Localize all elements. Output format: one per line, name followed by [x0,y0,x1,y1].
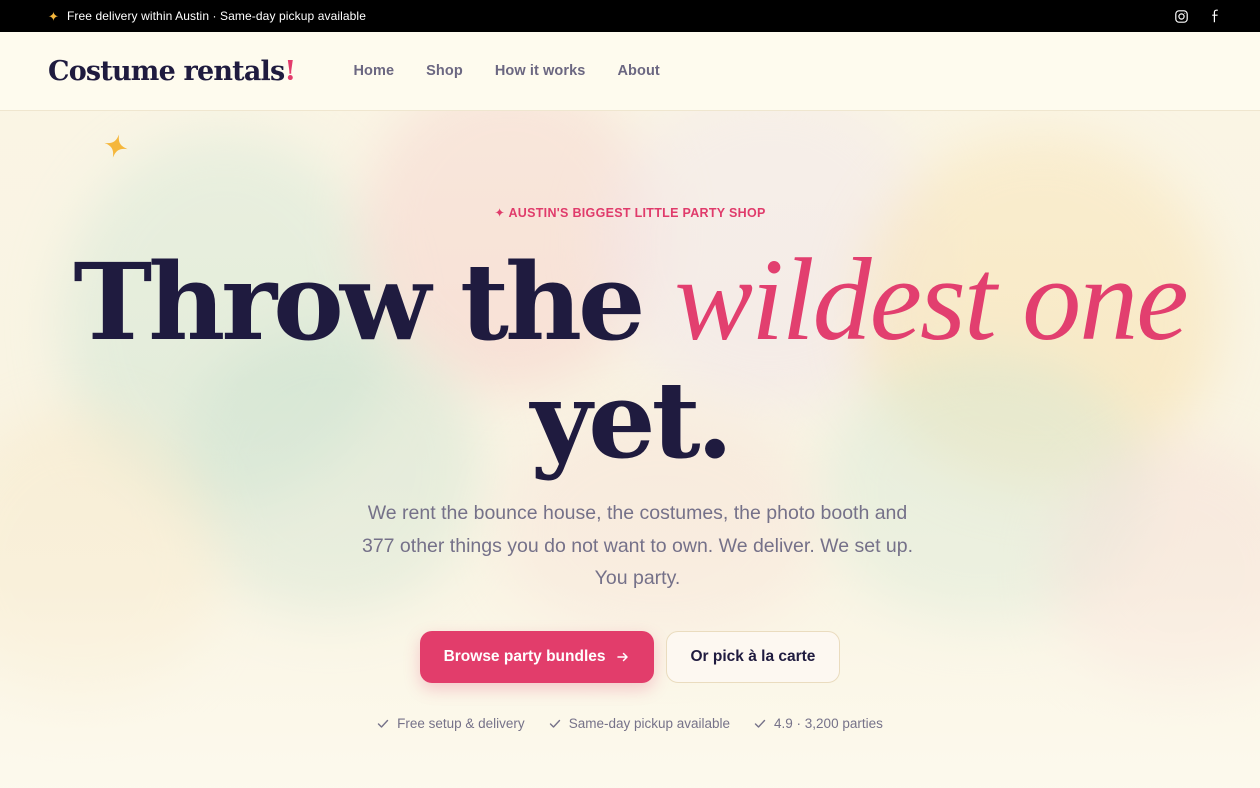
pick-a-la-carte-button[interactable]: Or pick à la carte [665,631,841,683]
logo[interactable]: Costume rentals! [48,55,296,87]
main-nav: Home Shop How it works About [353,63,659,79]
logo-mark: ! [284,55,296,87]
nav-home[interactable]: Home [353,63,394,79]
announcement-text: Free delivery within Austin · Same-day p… [67,9,366,23]
trust-item: 4.9 · 3,200 parties [754,716,883,731]
nav-about[interactable]: About [617,63,659,79]
logo-text: Costume rentals [48,55,285,87]
trust-item: Free setup & delivery [377,716,525,731]
hero-eyebrow: ✦ AUSTIN'S BIGGEST LITTLE PARTY SHOP [494,206,766,220]
hero-section: ✦ AUSTIN'S BIGGEST LITTLE PARTY SHOP Thr… [0,111,1260,788]
nav-shop[interactable]: Shop [426,63,463,79]
sparkle-icon [104,134,128,158]
pick-a-la-carte-label: Or pick à la carte [690,648,816,665]
browse-bundles-button[interactable]: Browse party bundles [419,631,654,683]
trust-label: Free setup & delivery [397,716,525,731]
hero-subcopy: We rent the bounce house, the costumes, … [361,502,914,589]
check-icon [549,719,560,728]
headline-accent: wildest one [674,234,1188,365]
browse-bundles-label: Browse party bundles [443,648,606,665]
trust-label: Same-day pickup available [568,716,731,731]
site-header: Costume rentals! Home Shop How it works … [0,32,1260,111]
check-icon [754,719,766,728]
hero-cta-group: Browse party bundles Or pick à la carte [0,631,1260,683]
facebook-icon[interactable] [1208,9,1222,23]
trust-badges: Free setup & delivery Same-day pickup av… [0,716,1260,731]
sparkle-icon: ✦ [48,8,59,24]
social-links [1174,9,1222,23]
announcement-message: ✦ Free delivery within Austin · Same-day… [48,9,366,23]
headline-part-2: yet. [530,357,734,482]
trust-item: Same-day pickup available [549,716,730,731]
nav-how-it-works[interactable]: How it works [495,63,586,79]
announcement-bar: ✦ Free delivery within Austin · Same-day… [0,0,1260,32]
hero-headline: Throw the wildest one yet. [0,241,1260,479]
arrow-right-icon [616,652,628,662]
headline-part-1: Throw the [73,239,675,364]
instagram-icon[interactable] [1174,9,1188,23]
check-icon [377,719,389,728]
trust-label: 4.9 · 3,200 parties [774,716,883,731]
